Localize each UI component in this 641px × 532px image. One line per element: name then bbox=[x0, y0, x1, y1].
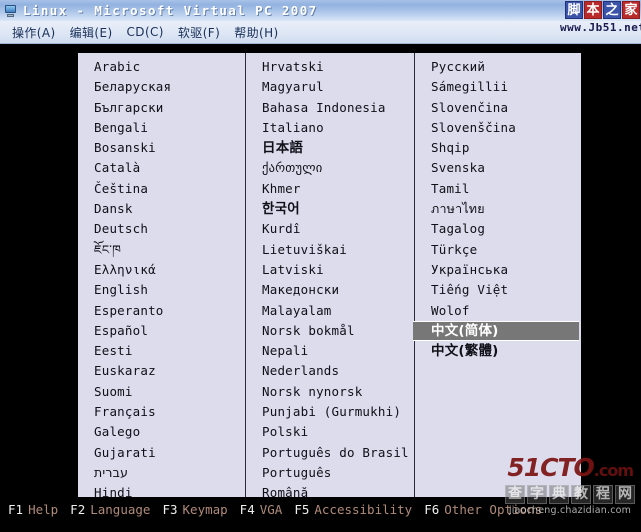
menu-item-cd[interactable]: CD(C) bbox=[120, 24, 171, 40]
language-option[interactable]: ཇོང་ཁ bbox=[92, 240, 245, 260]
menu-bar: 操作(A) 编辑(E) CD(C) 软驱(F) 帮助(H) bbox=[0, 21, 641, 44]
language-option[interactable]: Беларуская bbox=[92, 77, 245, 97]
language-option-selected[interactable]: 中文(简体) bbox=[413, 320, 579, 342]
language-option[interactable]: Euskaraz bbox=[92, 361, 245, 381]
function-key-label: Keymap bbox=[182, 501, 228, 517]
language-option[interactable]: Sámegillii bbox=[429, 77, 581, 97]
function-key-label: VGA bbox=[259, 501, 283, 517]
function-key-f1[interactable]: F1 Help bbox=[8, 502, 58, 517]
language-option[interactable]: Kurdî bbox=[260, 219, 414, 239]
window-titlebar[interactable]: Linux - Microsoft Virtual PC 2007 bbox=[0, 0, 641, 21]
language-option[interactable]: 한국어 bbox=[260, 199, 414, 219]
language-option[interactable]: Bahasa Indonesia bbox=[260, 98, 414, 118]
menu-item-operations[interactable]: 操作(A) bbox=[5, 23, 63, 42]
language-option[interactable]: Tagalog bbox=[429, 219, 581, 239]
language-option[interactable]: Dansk bbox=[92, 199, 245, 219]
function-key-name: F6 bbox=[424, 501, 440, 517]
language-option[interactable]: Norsk bokmål bbox=[260, 321, 414, 341]
language-option[interactable]: Tamil bbox=[429, 179, 581, 199]
language-column-1: Arabic Беларуская Български Bengali Bosanski… bbox=[78, 53, 246, 497]
language-option[interactable]: Hrvatski bbox=[260, 57, 414, 77]
language-option[interactable]: ქართული bbox=[260, 158, 414, 178]
language-option[interactable]: Bosanski bbox=[92, 138, 245, 158]
language-option[interactable]: Slovenčina bbox=[429, 98, 581, 118]
menu-item-floppy[interactable]: 软驱(F) bbox=[171, 23, 227, 42]
language-option[interactable]: Shqip bbox=[429, 138, 581, 158]
menu-item-edit[interactable]: 编辑(E) bbox=[63, 23, 120, 42]
language-option[interactable]: Slovenščina bbox=[429, 118, 581, 138]
language-option[interactable]: 日本語 bbox=[260, 138, 414, 158]
language-select-list[interactable]: Arabic Беларуская Български Bengali Bosanski… bbox=[78, 53, 581, 497]
function-key-name: F3 bbox=[162, 501, 178, 517]
function-key-f3[interactable]: F3 Keymap bbox=[162, 502, 227, 517]
language-option[interactable]: Magyarul bbox=[260, 77, 414, 97]
language-option[interactable]: Türkçe bbox=[429, 240, 581, 260]
language-column-3: Русский Sámegillii Slovenčina Slovenščina Sh… bbox=[413, 53, 581, 497]
language-option[interactable]: Punjabi (Gurmukhi) bbox=[260, 402, 414, 422]
language-option[interactable]: עברית bbox=[92, 463, 245, 483]
function-key-name: F2 bbox=[70, 501, 86, 517]
language-option[interactable]: Русский bbox=[429, 57, 581, 77]
language-option[interactable]: Tiếng Việt bbox=[429, 280, 581, 300]
language-option[interactable]: Ελληνικά bbox=[92, 260, 245, 280]
menu-item-help[interactable]: 帮助(H) bbox=[227, 23, 285, 42]
language-option[interactable]: Македонски bbox=[260, 280, 414, 300]
function-key-f2[interactable]: F2 Language bbox=[70, 502, 150, 517]
language-option[interactable]: Gujarati bbox=[92, 443, 245, 463]
language-column-2: Hrvatski Magyarul Bahasa Indonesia Italiano… bbox=[246, 53, 415, 497]
language-option[interactable]: Български bbox=[92, 98, 245, 118]
function-key-label: Help bbox=[28, 501, 59, 517]
language-option[interactable]: Português do Brasil bbox=[260, 443, 414, 463]
language-option[interactable]: Hindi bbox=[92, 483, 245, 497]
function-key-f6[interactable]: F6 Other Options bbox=[424, 502, 542, 517]
function-key-label: Language bbox=[90, 501, 151, 517]
language-option[interactable]: Polski bbox=[260, 422, 414, 442]
language-option[interactable]: Čeština bbox=[92, 179, 245, 199]
virtual-pc-icon bbox=[3, 3, 18, 18]
language-option[interactable]: Français bbox=[92, 402, 245, 422]
function-key-name: F4 bbox=[239, 501, 255, 517]
language-option[interactable]: Malayalam bbox=[260, 301, 414, 321]
language-option[interactable]: Khmer bbox=[260, 179, 414, 199]
function-key-name: F5 bbox=[294, 501, 310, 517]
language-option[interactable]: 中文(繁體) bbox=[429, 341, 581, 361]
language-option[interactable]: Eesti bbox=[92, 341, 245, 361]
language-option[interactable]: English bbox=[92, 280, 245, 300]
language-option[interactable]: Suomi bbox=[92, 382, 245, 402]
function-key-name: F1 bbox=[8, 501, 24, 517]
function-key-bar: F1 Help F2 Language F3 Keymap F4 VGA F5 Accessibi… bbox=[0, 500, 641, 518]
language-option[interactable]: ภาษาไทย bbox=[429, 199, 581, 219]
language-option[interactable]: Arabic bbox=[92, 57, 245, 77]
language-option[interactable]: Galego bbox=[92, 422, 245, 442]
language-option[interactable]: Español bbox=[92, 321, 245, 341]
language-option[interactable]: Wolof bbox=[429, 301, 581, 321]
function-key-f5[interactable]: F5 Accessibility bbox=[294, 502, 412, 517]
vm-screen: Arabic Беларуская Български Bengali Bosanski… bbox=[0, 44, 641, 532]
function-key-f4[interactable]: F4 VGA bbox=[240, 502, 283, 517]
window-title: Linux - Microsoft Virtual PC 2007 bbox=[23, 3, 318, 18]
watermark-51cto-domain: .com bbox=[593, 461, 634, 480]
language-option[interactable]: Català bbox=[92, 158, 245, 178]
language-option[interactable]: Svenska bbox=[429, 158, 581, 178]
function-key-label: Accessibility bbox=[314, 501, 413, 517]
language-option[interactable]: Esperanto bbox=[92, 301, 245, 321]
language-option[interactable]: Latviski bbox=[260, 260, 414, 280]
language-option[interactable]: Italiano bbox=[260, 118, 414, 138]
language-option[interactable]: Norsk nynorsk bbox=[260, 382, 414, 402]
language-option[interactable]: Deutsch bbox=[92, 219, 245, 239]
language-option[interactable]: Nederlands bbox=[260, 361, 414, 381]
language-option[interactable]: Bengali bbox=[92, 118, 245, 138]
function-key-label: Other Options bbox=[444, 501, 543, 517]
language-option[interactable]: Lietuviškai bbox=[260, 240, 414, 260]
language-option[interactable]: Українська bbox=[429, 260, 581, 280]
language-option[interactable]: Nepali bbox=[260, 341, 414, 361]
language-option[interactable]: Română bbox=[260, 483, 414, 497]
virtual-pc-window: Linux - Microsoft Virtual PC 2007 操作(A) … bbox=[0, 0, 641, 532]
language-option[interactable]: Português bbox=[260, 463, 414, 483]
